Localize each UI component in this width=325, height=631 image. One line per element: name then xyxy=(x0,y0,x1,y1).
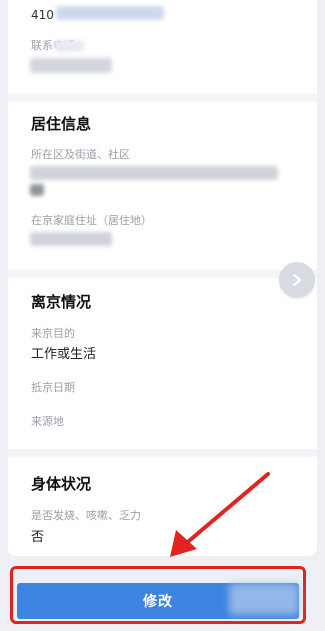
district-label: 所在区及街道、社区 xyxy=(31,148,130,161)
health-section-title: 身体状况 xyxy=(31,475,92,493)
residence-section-title: 居住信息 xyxy=(31,115,92,133)
address-label: 在京家庭住址（居住地） xyxy=(31,214,152,227)
registration-info-card: 410 联系电话 居住信息 所在区及街道、社区 在京家庭住址（居住地） 离京情况… xyxy=(8,0,317,556)
section-divider xyxy=(8,94,317,102)
modify-button-highlight: 修改 xyxy=(10,566,306,624)
origin-label: 来源地 xyxy=(31,415,64,428)
id-number-prefix: 410 xyxy=(31,8,54,22)
arrival-date-label: 抵京日期 xyxy=(31,381,75,394)
purpose-value: 工作或生活 xyxy=(31,347,97,362)
redacted-address-value xyxy=(30,232,112,246)
purpose-label: 来京目的 xyxy=(31,327,75,340)
symptoms-value: 否 xyxy=(31,530,45,545)
redacted-district-value-2 xyxy=(30,184,44,196)
departure-section-title: 离京情况 xyxy=(31,293,92,311)
symptoms-label: 是否发烧、咳嗽、乏力 xyxy=(31,509,141,522)
section-divider xyxy=(8,449,317,457)
redacted-button-overlay xyxy=(229,583,299,615)
section-divider xyxy=(8,270,317,278)
redacted-phone-number xyxy=(30,58,112,73)
redacted-id-number xyxy=(56,6,164,20)
phone-label-blur xyxy=(54,40,84,52)
chevron-right-icon xyxy=(293,274,301,286)
next-page-button[interactable] xyxy=(279,262,315,298)
redacted-district-value xyxy=(30,166,278,180)
